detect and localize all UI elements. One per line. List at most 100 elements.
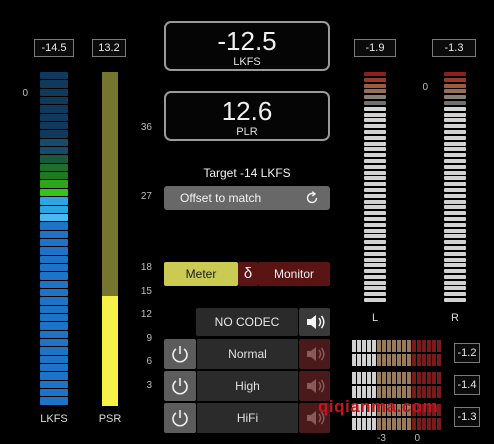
channel-meter-segment — [444, 298, 466, 303]
plr-value: 12.6 — [221, 96, 273, 126]
high-codec-label: High — [197, 371, 298, 401]
channel-meter-segment — [364, 187, 386, 192]
delta-mode-button[interactable]: δ — [238, 262, 258, 286]
loudness-display: -12.5 LKFS — [164, 21, 330, 71]
lkfs-meter-segment — [40, 188, 68, 197]
channel-meter-segment — [444, 280, 466, 285]
channel-meter-segment — [364, 141, 386, 146]
small-scale-0: 0 — [414, 433, 420, 444]
plr-unit: PLR — [236, 126, 258, 138]
lkfs-meter-segment — [40, 222, 68, 230]
channel-meter-segment — [364, 205, 386, 210]
lkfs-meter-segment — [40, 213, 68, 222]
codec-peak-segment — [382, 340, 386, 352]
scale-15: 15 — [140, 286, 152, 297]
lkfs-meter-segment — [40, 397, 68, 405]
channel-meter-segment — [444, 292, 466, 297]
speaker-icon — [307, 315, 325, 329]
codec-peak-bar — [352, 340, 442, 352]
channel-meter-segment — [444, 193, 466, 198]
codec-peak-segment — [432, 372, 436, 384]
channel-meter-segment — [364, 100, 386, 105]
scale-36: 36 — [140, 122, 152, 133]
r-channel-label: R — [451, 312, 459, 324]
channel-meter-segment — [364, 193, 386, 198]
channel-meter-segment — [364, 240, 386, 245]
channel-meter-segment — [444, 124, 466, 129]
codec-peak-segment — [387, 372, 391, 384]
channel-meter-segment — [364, 164, 386, 169]
lkfs-peak-readout: -14.5 — [34, 39, 74, 57]
codec-peak-segment — [437, 372, 441, 384]
codec-peak-segment — [437, 354, 441, 366]
channel-meter-segment — [364, 274, 386, 279]
channel-meter-segment — [364, 135, 386, 140]
codec-peak-segment — [367, 418, 371, 430]
channel-meter-segment — [444, 164, 466, 169]
channel-meter-segment — [444, 106, 466, 111]
normal-power-button[interactable] — [164, 339, 196, 369]
lkfs-meter-segment — [40, 113, 68, 122]
lkfs-meter-segment — [40, 263, 68, 272]
channel-meter-segment — [444, 263, 466, 268]
codec-peak-segment — [382, 418, 386, 430]
channel-meter-segment — [364, 251, 386, 256]
codec-peak-segment — [422, 372, 426, 384]
lkfs-meter-segment — [40, 297, 68, 305]
channel-meter-segment — [364, 222, 386, 227]
channel-meter-segment — [444, 222, 466, 227]
lkfs-meter — [40, 72, 68, 406]
codec-peak-segment — [367, 340, 371, 352]
lkfs-meter-segment — [40, 80, 68, 88]
codec-peak-segment — [392, 354, 396, 366]
channel-meter-segment — [364, 176, 386, 181]
codec-peak-segment — [352, 372, 356, 384]
scale-18: 18 — [140, 262, 152, 273]
channel-meter-segment — [444, 251, 466, 256]
lkfs-meter-segment — [40, 147, 68, 155]
channel-meter-segment — [444, 274, 466, 279]
monitor-mode-button[interactable]: Monitor — [258, 262, 330, 286]
hifi-power-button[interactable] — [164, 403, 196, 433]
channel-meter-segment — [364, 234, 386, 239]
codec-peak-segment — [412, 418, 416, 430]
channel-meter-segment — [364, 280, 386, 285]
codec-peak-segment — [432, 340, 436, 352]
codec-peak-segment — [417, 418, 421, 430]
hifi-codec-label: HiFi — [197, 403, 298, 433]
channel-meter-segment — [444, 147, 466, 152]
lkfs-meter-segment — [40, 364, 68, 372]
normal-codec-label: Normal — [197, 339, 298, 369]
lkfs-meter-segment — [40, 155, 68, 163]
lkfs-scale-zero: 0 — [22, 88, 28, 99]
speaker-muted-icon — [307, 347, 325, 361]
codec-peak-segment — [417, 372, 421, 384]
watermark: qiqianma.com — [318, 397, 439, 416]
no-codec-monitor-button[interactable] — [299, 308, 330, 336]
channel-meter-segment — [364, 112, 386, 117]
codec-peak-segment — [372, 372, 376, 384]
channel-meter-segment — [444, 72, 466, 76]
codec-peak-segment — [402, 354, 406, 366]
lkfs-meter-segment — [40, 88, 68, 97]
meter-mode-button[interactable]: Meter — [164, 262, 238, 286]
channel-meter-segment — [444, 205, 466, 210]
lkfs-meter-segment — [40, 339, 68, 347]
lkfs-meter-label: LKFS — [40, 413, 68, 425]
codec-peak-segment — [407, 340, 411, 352]
codec-peak-segment — [397, 418, 401, 430]
channel-meter-segment — [364, 211, 386, 216]
loudness-unit: LKFS — [233, 56, 261, 68]
offset-to-match-label: Offset to match — [180, 191, 262, 205]
codec-peak-segment — [377, 372, 381, 384]
high-power-button[interactable] — [164, 371, 196, 401]
codec-peak-segment — [422, 340, 426, 352]
codec-peak-segment — [362, 418, 366, 430]
offset-to-match-button[interactable]: Offset to match — [164, 186, 330, 210]
codec-peak-segment — [392, 372, 396, 384]
codec-peak-segment — [412, 372, 416, 384]
normal-monitor-button[interactable] — [299, 339, 330, 369]
channel-meter-segment — [444, 199, 466, 204]
lkfs-meter-segment — [40, 122, 68, 130]
codec-peak-segment — [432, 354, 436, 366]
